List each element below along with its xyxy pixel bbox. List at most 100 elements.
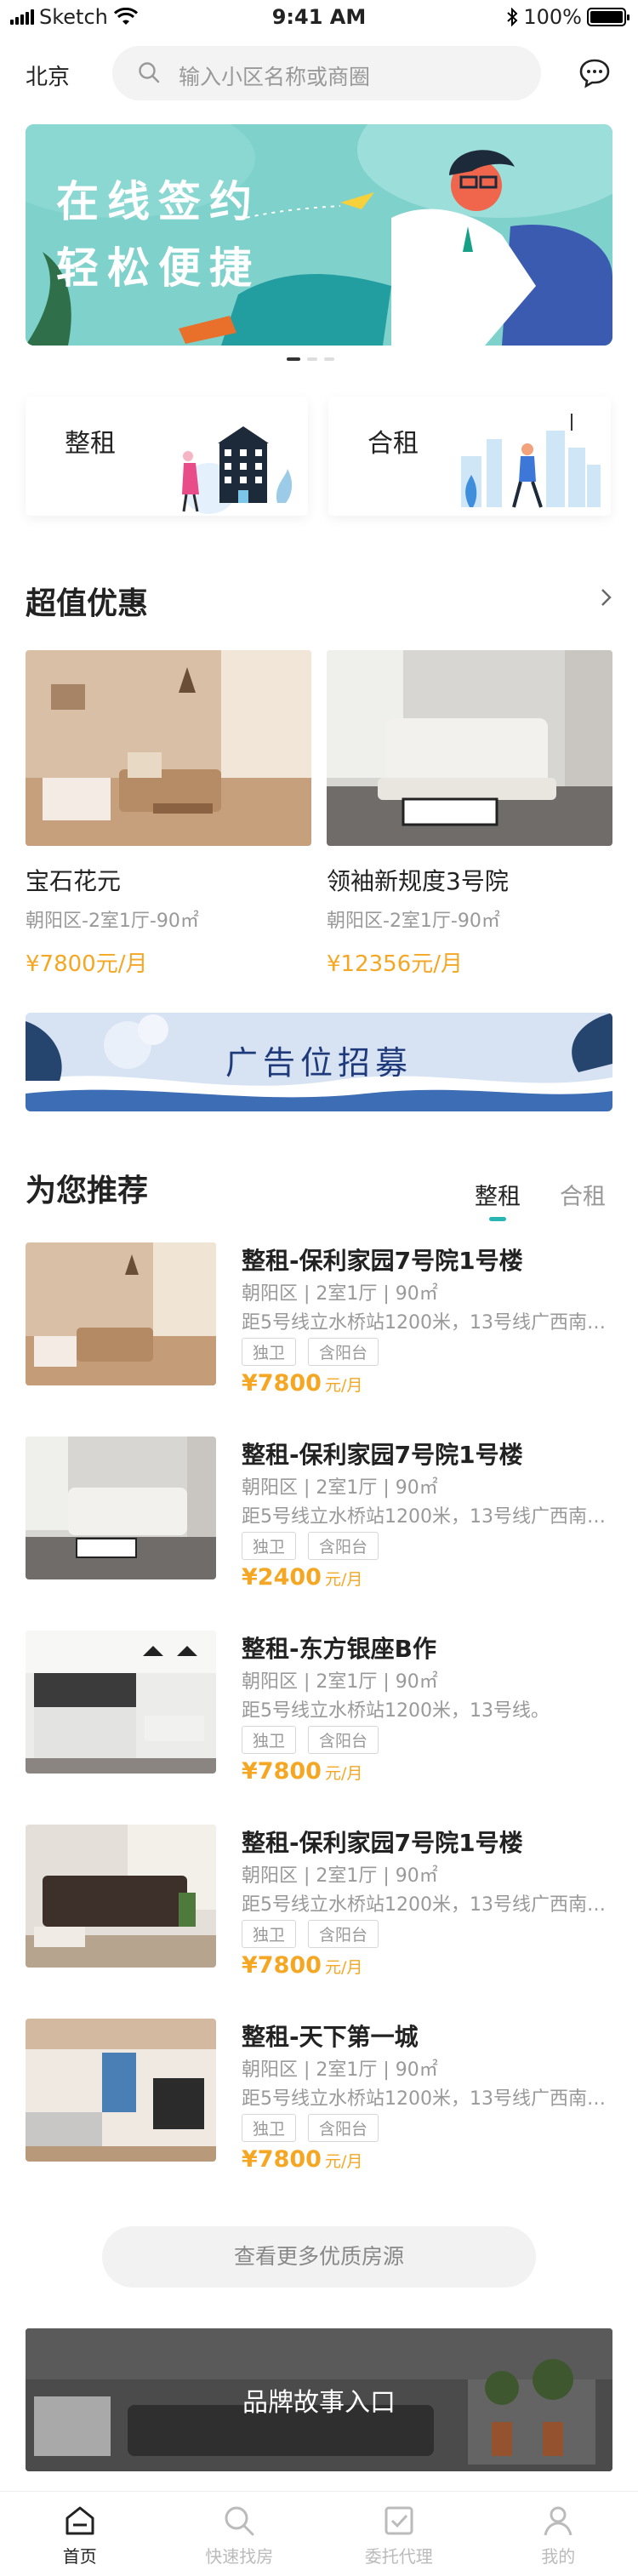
tabbar-mine[interactable]: 我的 — [479, 2492, 638, 2576]
listing-price-unit: 元/月 — [324, 1570, 363, 1589]
deal-name: 宝石花元 — [26, 867, 122, 895]
search-icon — [225, 2506, 254, 2536]
city-illustration — [461, 414, 601, 508]
listing-tag: 含阳台 — [308, 1338, 379, 1366]
bottom-tab-bar: 首页 快速找房 委托代理 我的 — [0, 2491, 638, 2576]
brand-story-text: 品牌故事入口 — [242, 2388, 396, 2418]
battery-percent: 100% — [523, 5, 582, 29]
listing-tags: 独卫 含阳台 — [242, 1532, 379, 1560]
listing-distance: 距5号线立水桥站1200米，13号线广西南合... — [242, 1894, 612, 1916]
listing-tag: 含阳台 — [308, 1920, 379, 1948]
listing-tag: 独卫 — [242, 1338, 297, 1366]
tabbar-label: 委托代理 — [364, 2546, 433, 2567]
listing-item[interactable]: 整租-保利家园7号院1号楼 朝阳区 | 2室1厅 | 90㎡ 距5号线立水桥站1… — [26, 1437, 612, 1591]
carousel-dot[interactable] — [324, 357, 334, 361]
tabbar-quick-search[interactable]: 快速找房 — [160, 2492, 320, 2576]
listing-price-value: ¥7800 — [242, 2146, 322, 2173]
promo-banner[interactable]: 在线签约 轻松便捷 — [26, 124, 612, 346]
listing-item[interactable]: 整租-天下第一城 朝阳区 | 2室1厅 | 90㎡ 距5号线立水桥站1200米，… — [26, 2019, 612, 2173]
listing-photo — [26, 1242, 216, 1385]
brand-story-banner[interactable]: 品牌故事入口 — [26, 2328, 612, 2471]
deal-price: ¥12356元/月 — [327, 951, 464, 977]
carousel-dots — [287, 357, 334, 361]
listing-price-value: ¥7800 — [242, 1952, 322, 1979]
user-icon — [544, 2506, 572, 2536]
listing-meta: 朝阳区 | 2室1厅 | 90㎡ — [242, 1283, 438, 1305]
listing-tag: 含阳台 — [308, 1726, 379, 1754]
tabbar-home[interactable]: 首页 — [0, 2492, 160, 2576]
banner-line-2: 轻松便捷 — [56, 243, 260, 293]
listing-title: 整租-保利家园7号院1号楼 — [242, 1441, 523, 1469]
listing-price: ¥7800 元/月 — [242, 1952, 362, 1979]
message-icon[interactable] — [578, 58, 611, 89]
deal-card[interactable]: 宝石花元 朝阳区-2室1厅-90㎡ ¥7800元/月 — [26, 650, 311, 978]
listing-photo — [26, 2019, 216, 2162]
listing-tags: 独卫 含阳台 — [242, 1920, 379, 1948]
listing-title: 整租-东方银座B作 — [242, 1635, 436, 1663]
carousel-dot[interactable] — [307, 357, 317, 361]
search-bar[interactable]: 输入小区名称或商圈 — [112, 46, 541, 100]
listing-item[interactable]: 整租-东方银座B作 朝阳区 | 2室1厅 | 90㎡ 距5号线立水桥站1200米… — [26, 1631, 612, 1785]
ad-banner[interactable]: 广告位招募 — [26, 1013, 612, 1111]
listing-tag: 独卫 — [242, 1532, 297, 1560]
deal-photo — [327, 650, 612, 846]
chevron-right-icon[interactable] — [595, 587, 616, 608]
tab-shared-rent[interactable]: 合租 — [560, 1178, 606, 1211]
apartment-illustration — [182, 426, 293, 514]
listing-item[interactable]: 整租-保利家园7号院1号楼 朝阳区 | 2室1厅 | 90㎡ 距5号线立水桥站1… — [26, 1242, 612, 1397]
listing-price-value: ¥2400 — [242, 1564, 322, 1591]
tabbar-label: 首页 — [62, 2546, 97, 2567]
listing-price-unit: 元/月 — [324, 2152, 363, 2171]
deal-name: 领袖新规度3号院 — [327, 867, 509, 895]
deal-meta: 朝阳区-2室1厅-90㎡ — [327, 911, 500, 932]
tabbar-label: 我的 — [541, 2546, 576, 2567]
banner-line-1: 在线签约 — [56, 177, 260, 226]
listing-title: 整租-保利家园7号院1号楼 — [242, 1247, 523, 1275]
listing-tag: 独卫 — [242, 1726, 297, 1754]
deal-photo — [26, 650, 311, 846]
listing-meta: 朝阳区 | 2室1厅 | 90㎡ — [242, 1477, 438, 1499]
listing-title: 整租-保利家园7号院1号楼 — [242, 1829, 523, 1857]
listing-tag: 含阳台 — [308, 2114, 379, 2142]
listing-tag: 含阳台 — [308, 1532, 379, 1560]
bluetooth-icon — [507, 8, 518, 26]
battery-icon — [587, 8, 629, 26]
deals-section-title: 超值优惠 — [26, 586, 149, 621]
listing-item[interactable]: 整租-保利家园7号院1号楼 朝阳区 | 2室1厅 | 90㎡ 距5号线立水桥站1… — [26, 1825, 612, 1979]
listing-price-unit: 元/月 — [324, 1376, 363, 1395]
recommend-tabs: 整租 合租 — [475, 1178, 606, 1221]
more-listings-button[interactable]: 查看更多优质房源 — [102, 2226, 536, 2288]
listing-distance: 距5号线立水桥站1200米，13号线广西南合... — [242, 1312, 612, 1334]
search-input[interactable]: 输入小区名称或商圈 — [179, 60, 370, 91]
tab-whole-rent[interactable]: 整租 — [475, 1178, 521, 1221]
listing-tag: 独卫 — [242, 1920, 297, 1948]
rent-type-shared[interactable]: 合租 — [328, 397, 611, 516]
deal-card[interactable]: 领袖新规度3号院 朝阳区-2室1厅-90㎡ ¥12356元/月 — [327, 650, 612, 978]
listing-price: ¥7800 元/月 — [242, 2146, 362, 2173]
listing-photo — [26, 1825, 216, 1968]
status-bar: Sketch 9:41 AM 100% — [0, 0, 638, 37]
listing-price-value: ¥7800 — [242, 1370, 322, 1397]
tabbar-label: 快速找房 — [205, 2546, 274, 2567]
listing-distance: 距5号线立水桥站1200米，13号线。 — [242, 1700, 550, 1722]
listing-tags: 独卫 含阳台 — [242, 1726, 379, 1754]
rent-type-whole[interactable]: 整租 — [26, 397, 308, 516]
deal-price: ¥7800元/月 — [26, 951, 148, 977]
city-selector[interactable]: 北京 — [26, 60, 70, 91]
tabbar-agency[interactable]: 委托代理 — [319, 2492, 479, 2576]
rent-type-label: 合租 — [367, 429, 419, 459]
home-icon — [66, 2506, 94, 2535]
listing-price: ¥7800 元/月 — [242, 1758, 362, 1785]
listing-photo — [26, 1437, 216, 1579]
listing-price-unit: 元/月 — [324, 1764, 363, 1783]
listing-tags: 独卫 含阳台 — [242, 2114, 379, 2142]
listing-price: ¥2400 元/月 — [242, 1564, 362, 1591]
carousel-dot[interactable] — [287, 357, 300, 361]
ad-text: 广告位招募 — [225, 1044, 413, 1082]
search-icon — [139, 62, 160, 83]
listing-title: 整租-天下第一城 — [242, 2023, 419, 2051]
listing-distance: 距5号线立水桥站1200米，13号线广西南合... — [242, 1506, 612, 1528]
listing-distance: 距5号线立水桥站1200米，13号线广西南合... — [242, 2088, 612, 2110]
rent-type-label: 整租 — [65, 429, 116, 459]
status-right: 100% — [506, 5, 629, 29]
